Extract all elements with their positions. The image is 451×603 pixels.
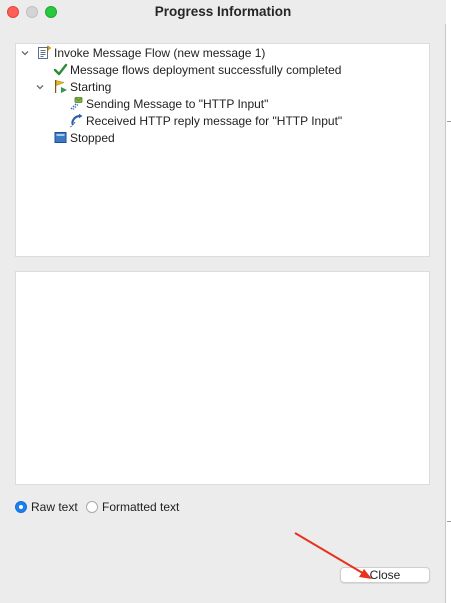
radio-unselected-indicator[interactable] [86,501,98,513]
chevron-down-icon[interactable] [20,48,30,58]
radio-selected-indicator[interactable] [15,501,27,513]
tree-item-label: Invoke Message Flow (new message 1) [54,45,266,60]
starting-flag-icon [55,80,67,93]
background-window-edge [447,521,451,522]
tree-item-sending-message[interactable]: Sending Message to "HTTP Input" [69,95,268,112]
tree-item-invoke-message-flow[interactable]: Invoke Message Flow (new message 1) [37,44,265,61]
progress-tree[interactable]: Invoke Message Flow (new message 1) Mess… [15,43,430,257]
tree-item-label: Received HTTP reply message for "HTTP In… [86,113,343,128]
chevron-down-icon[interactable] [35,82,45,92]
radio-label: Raw text [31,500,78,514]
close-button[interactable]: Close [340,567,430,583]
tree-item-label: Stopped [70,130,115,145]
tree-item-received-reply[interactable]: Received HTTP reply message for "HTTP In… [69,112,342,129]
background-window-edge [447,121,451,122]
details-text-area[interactable] [15,271,430,485]
progress-information-dialog: Progress Information Invoke Message Flow… [0,0,446,603]
invoke-flow-icon [38,45,52,59]
send-message-icon [70,97,83,110]
tree-item-starting[interactable]: Starting [53,78,111,95]
tree-item-label: Sending Message to "HTTP Input" [86,96,269,111]
tree-item-label: Starting [70,79,112,94]
receive-message-icon [70,113,83,128]
title-bar: Progress Information [0,0,446,24]
tree-item-label: Message flows deployment successfully co… [70,62,342,77]
stopped-icon [54,132,67,143]
formatted-text-radio[interactable]: Formatted text [86,500,179,514]
checkmark-icon [53,63,68,76]
radio-label: Formatted text [102,500,180,514]
tree-item-stopped[interactable]: Stopped [53,129,115,146]
window-title: Progress Information [154,4,292,19]
raw-text-radio[interactable]: Raw text [15,500,78,514]
tree-item-deployment-completed[interactable]: Message flows deployment successfully co… [53,61,341,78]
